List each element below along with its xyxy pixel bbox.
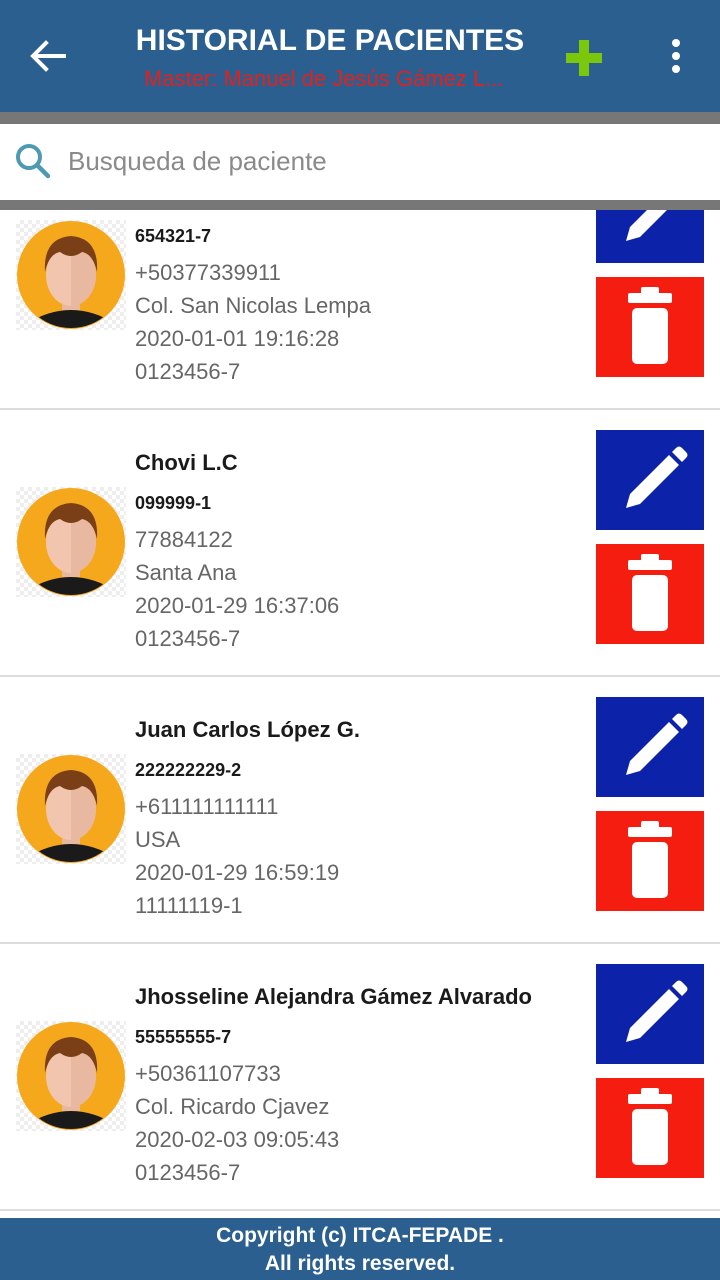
search-bar <box>0 136 720 184</box>
patient-date: 2020-01-29 16:59:19 <box>135 860 340 885</box>
plus-icon[interactable] <box>564 38 604 78</box>
delete-button[interactable] <box>596 811 704 911</box>
avatar <box>16 487 126 597</box>
footer: Copyright (c) ITCA-FEPADE . All rights r… <box>0 1218 720 1280</box>
pencil-icon <box>626 713 688 775</box>
arrow-left-icon[interactable] <box>28 36 68 76</box>
patient-code: 11111119-1 <box>135 893 243 918</box>
pencil-icon <box>626 980 688 1042</box>
delete-button[interactable] <box>596 277 704 377</box>
list-item[interactable]: Chovi L.C 099999-1 77884122 Santa Ana 20… <box>0 411 720 677</box>
edit-button[interactable] <box>596 964 704 1064</box>
trash-icon <box>628 554 672 631</box>
patient-dui: 55555555-7 <box>135 1027 232 1047</box>
patient-phone: +611111111111 <box>135 794 279 819</box>
avatar <box>16 1021 126 1131</box>
trash-icon <box>628 287 672 364</box>
patient-name: Chovi L.C <box>135 450 238 475</box>
list-item[interactable]: Juan Carlos López G. 222222229-2 +611111… <box>0 678 720 944</box>
patient-address: USA <box>135 827 181 852</box>
patient-address: Santa Ana <box>135 560 237 585</box>
list-item[interactable]: 654321-7 +50377339911 Col. San Nicolas L… <box>0 210 720 410</box>
more-vertical-icon[interactable] <box>664 36 688 76</box>
patient-address: Col. Ricardo Cjavez <box>135 1094 330 1119</box>
avatar <box>16 220 126 330</box>
patient-phone: +50377339911 <box>135 260 281 285</box>
list-item[interactable]: Jhosseline Alejandra Gámez Alvarado 5555… <box>0 945 720 1211</box>
search-input[interactable] <box>66 140 690 182</box>
delete-button[interactable] <box>596 1078 704 1178</box>
master-subtitle: Master: Manuel de Jesús Gámez L... <box>144 66 504 91</box>
edit-button[interactable] <box>596 430 704 530</box>
patient-address: Col. San Nicolas Lempa <box>135 293 372 318</box>
patient-list: 654321-7 +50377339911 Col. San Nicolas L… <box>0 210 720 1218</box>
avatar <box>16 754 126 864</box>
patient-code: 0123456-7 <box>135 359 241 384</box>
patient-name: Juan Carlos López G. <box>135 717 360 742</box>
search-icon[interactable] <box>14 142 52 180</box>
app-bar: HISTORIAL DE PACIENTES Master: Manuel de… <box>0 0 720 112</box>
patient-date: 2020-01-29 16:37:06 <box>135 593 340 618</box>
patient-code: 0123456-7 <box>135 626 241 651</box>
trash-icon <box>628 1088 672 1165</box>
pencil-icon <box>626 446 688 508</box>
divider <box>0 200 720 210</box>
edit-button[interactable] <box>596 697 704 797</box>
divider <box>0 112 720 124</box>
patient-phone: +50361107733 <box>135 1061 281 1086</box>
patient-dui: 099999-1 <box>135 493 212 513</box>
patient-phone: 77884122 <box>135 527 233 552</box>
pencil-icon <box>626 210 667 241</box>
patient-dui: 654321-7 <box>135 226 212 246</box>
rights-line: All rights reserved. <box>264 1252 456 1275</box>
patient-date: 2020-01-01 19:16:28 <box>135 326 340 351</box>
patient-date: 2020-02-03 09:05:43 <box>135 1127 340 1152</box>
trash-icon <box>628 821 672 898</box>
patient-code: 0123456-7 <box>135 1160 241 1185</box>
page-title: HISTORIAL DE PACIENTES <box>135 24 525 57</box>
edit-button[interactable] <box>596 210 704 263</box>
delete-button[interactable] <box>596 544 704 644</box>
patient-dui: 222222229-2 <box>135 760 242 780</box>
copyright-line: Copyright (c) ITCA-FEPADE . <box>216 1224 504 1247</box>
patient-name: Jhosseline Alejandra Gámez Alvarado <box>135 984 532 1009</box>
